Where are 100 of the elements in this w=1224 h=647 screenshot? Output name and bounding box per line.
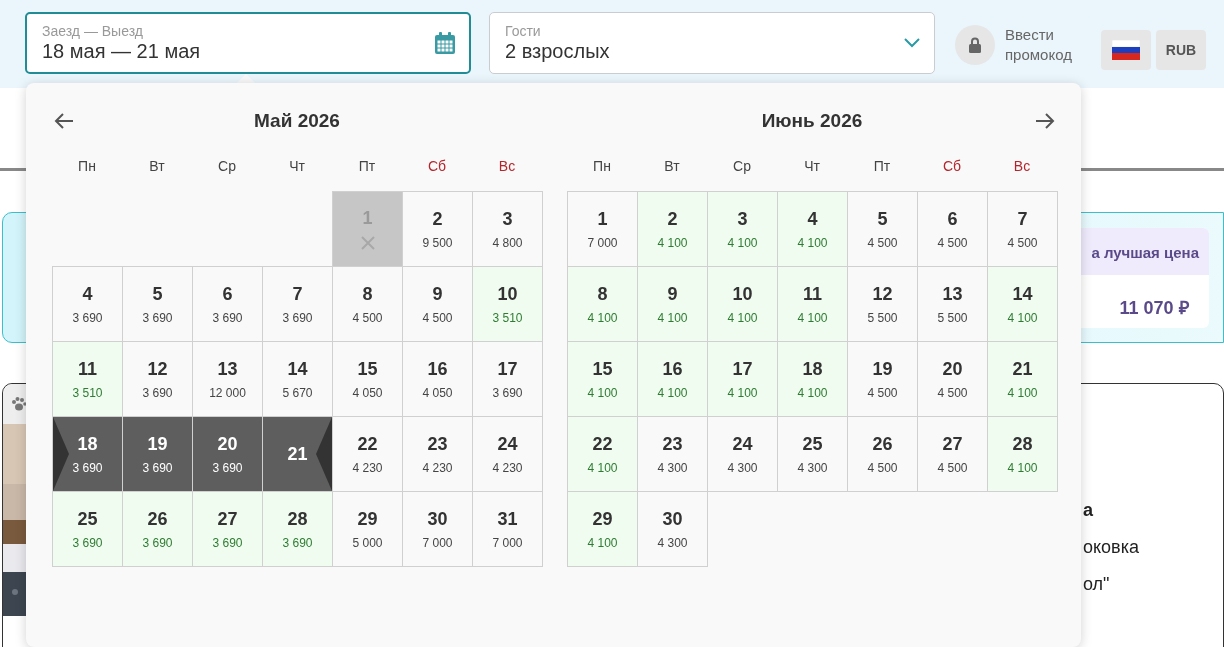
- day-number: 7: [292, 283, 303, 305]
- calendar-day[interactable]: 18 4 100: [777, 341, 848, 417]
- weekday-label: Ср: [217, 158, 237, 174]
- day-price: 4 100: [587, 310, 618, 325]
- weekday-label: Пн: [77, 158, 97, 174]
- day-price: 4 500: [937, 235, 968, 250]
- day-price: 7 000: [422, 535, 453, 550]
- day-price: 5 000: [352, 535, 383, 550]
- calendar-day[interactable]: 25 3 690: [52, 491, 123, 567]
- day-number: 12: [147, 358, 168, 380]
- dates-field[interactable]: Заезд — Выезд 18 мая — 21 мая: [25, 12, 471, 74]
- calendar-day[interactable]: 8 4 100: [567, 266, 638, 342]
- day-price: 4 500: [937, 460, 968, 475]
- calendar-day[interactable]: 17 4 100: [707, 341, 778, 417]
- day-number: 15: [592, 358, 613, 380]
- calendar-day[interactable]: 21: [262, 416, 333, 492]
- day-price: 7 000: [492, 535, 523, 550]
- day-price: 4 100: [1007, 310, 1038, 325]
- day-price: 4 100: [587, 385, 618, 400]
- day-number: 25: [77, 508, 98, 530]
- day-price: 4 100: [587, 460, 618, 475]
- day-number: 10: [497, 283, 518, 305]
- day-number: 5: [877, 208, 888, 230]
- weekday-label: Пн: [592, 158, 612, 174]
- day-price: 3 690: [492, 385, 523, 400]
- day-price: 3 690: [142, 535, 173, 550]
- day-number: 24: [732, 433, 753, 455]
- calendar-day[interactable]: 14 4 100: [987, 266, 1058, 342]
- day-price: 3 690: [212, 460, 243, 475]
- day-number: 18: [802, 358, 823, 380]
- day-price: 4 500: [867, 460, 898, 475]
- language-button[interactable]: [1101, 30, 1151, 70]
- calendar-day[interactable]: 10 4 100: [707, 266, 778, 342]
- day-number: 28: [287, 508, 308, 530]
- calendar-day[interactable]: 11 4 100: [777, 266, 848, 342]
- day-number: 12: [872, 283, 893, 305]
- day-price: 4 100: [727, 235, 758, 250]
- calendar-day[interactable]: 21 4 100: [987, 341, 1058, 417]
- calendar-day[interactable]: 28 4 100: [987, 416, 1058, 492]
- calendar-day[interactable]: 20 3 690: [192, 416, 263, 492]
- lock-button[interactable]: [955, 25, 995, 65]
- day-price: 4 100: [1007, 460, 1038, 475]
- day-number: 19: [872, 358, 893, 380]
- calendar-day[interactable]: 3 4 100: [707, 191, 778, 267]
- day-price: 4 500: [352, 310, 383, 325]
- calendar-day[interactable]: 1 7 000: [567, 191, 638, 267]
- calendar-day[interactable]: 4 4 100: [777, 191, 848, 267]
- day-number: 31: [497, 508, 518, 530]
- day-price: 12 000: [209, 385, 246, 400]
- day-price: 4 230: [492, 460, 523, 475]
- currency-button[interactable]: RUB: [1156, 30, 1206, 70]
- calendar-day[interactable]: 9 4 100: [637, 266, 708, 342]
- calendar-day[interactable]: 27 3 690: [192, 491, 263, 567]
- day-number: 11: [78, 358, 97, 380]
- calendar-day[interactable]: 28 3 690: [262, 491, 333, 567]
- day-number: 23: [427, 433, 448, 455]
- day-number: 5: [152, 283, 163, 305]
- day-number: 13: [942, 283, 963, 305]
- promo-link[interactable]: Ввести промокод: [1005, 25, 1085, 65]
- calendar-day[interactable]: 26 3 690: [122, 491, 193, 567]
- guests-field[interactable]: Гости 2 взрослых: [489, 12, 935, 74]
- calendar-day[interactable]: 2 4 100: [637, 191, 708, 267]
- calendar-day[interactable]: 11 3 510: [52, 341, 123, 417]
- day-price: 3 510: [492, 310, 523, 325]
- calendar-day[interactable]: 3 4 800: [472, 191, 543, 267]
- calendar-day[interactable]: 18 3 690: [52, 416, 123, 492]
- day-number: 21: [287, 443, 308, 465]
- calendar-day[interactable]: 30 4 300: [637, 491, 708, 567]
- day-price: 5 500: [867, 310, 898, 325]
- weekday-label: Чт: [288, 158, 306, 174]
- lock-icon: [969, 37, 981, 53]
- calendar-day[interactable]: 19 3 690: [122, 416, 193, 492]
- day-number: 17: [732, 358, 753, 380]
- field-label: Гости: [505, 23, 542, 39]
- day-number: 13: [217, 358, 238, 380]
- calendar-day[interactable]: 10 3 510: [472, 266, 543, 342]
- day-number: 19: [147, 433, 168, 455]
- weekday-label: Вс: [497, 158, 517, 174]
- day-price: 4 500: [867, 385, 898, 400]
- day-number: 14: [287, 358, 308, 380]
- day-price: 4 230: [352, 460, 383, 475]
- day-price: 4 100: [587, 535, 618, 550]
- weekday-label: Вт: [148, 158, 166, 174]
- paw-icon: [11, 396, 27, 412]
- day-number: 20: [217, 433, 238, 455]
- day-number: 26: [147, 508, 168, 530]
- day-number: 29: [357, 508, 378, 530]
- day-number: 4: [82, 283, 93, 305]
- calendar-day[interactable]: 22 4 100: [567, 416, 638, 492]
- day-number: 14: [1012, 283, 1033, 305]
- day-price: 3 690: [72, 535, 103, 550]
- calendar-day[interactable]: 29 4 100: [567, 491, 638, 567]
- day-price: 5 500: [937, 310, 968, 325]
- arrow-right-icon: [1035, 112, 1055, 130]
- day-number: 20: [942, 358, 963, 380]
- calendar-day[interactable]: 15 4 100: [567, 341, 638, 417]
- calendar-day[interactable]: 7 4 500: [987, 191, 1058, 267]
- calendar-day[interactable]: 16 4 100: [637, 341, 708, 417]
- calendar-day[interactable]: 4 3 690: [52, 266, 123, 342]
- calendar-day[interactable]: 31 7 000: [472, 491, 543, 567]
